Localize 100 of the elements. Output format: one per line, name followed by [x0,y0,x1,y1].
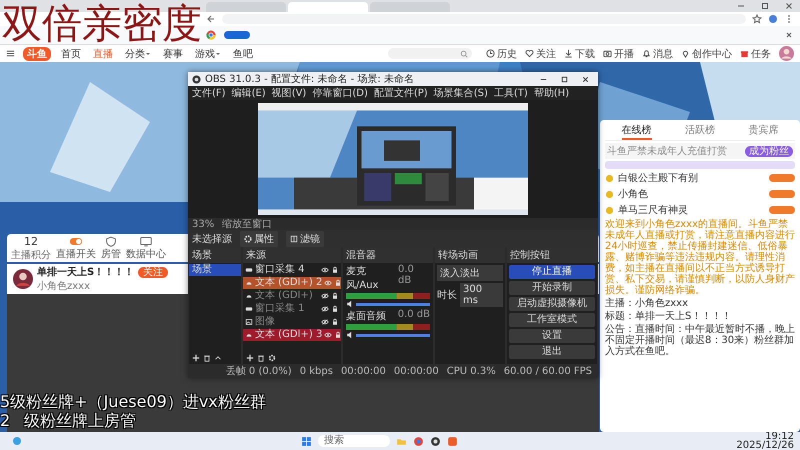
control-button[interactable]: 工作室模式 [509,313,595,327]
lock-icon[interactable] [331,305,339,313]
source-item[interactable]: 文本 (GDI+) [243,290,341,302]
score-value: 12 [24,234,38,248]
start-icon[interactable] [301,436,312,446]
notice-text: 欢迎来到小角色zxxx的直播间。斗鱼严禁未成年人直播或打赏，请注意直播内容进行24小时巡查，禁止传播封建迷信、低俗暴露、赌博诈骗等违法违规内容。请理性消费，如主播在直播间以不正当方式诱导打赏、私下交易，请谨慎判断，以防人身财产损失。谨防网络诈骗。 [605,219,795,296]
score-label: 主播积分 [11,248,51,262]
trash-icon[interactable] [203,354,211,362]
channel-reading: 0.0 dB [398,309,430,322]
close-icon[interactable] [784,1,794,11]
add-icon[interactable] [246,354,254,362]
default-browser-button[interactable] [224,31,250,39]
heart-icon [525,49,534,58]
camera-icon [603,49,612,58]
gift-icon [740,49,749,58]
duration-field[interactable]: 300 ms [460,283,503,307]
star-icon[interactable] [752,14,762,24]
subtitle-text: 2 [0,411,10,430]
control-button[interactable]: 退出 [509,345,595,359]
tool-button[interactable]: 数据中心 [126,236,166,260]
record-time: 00:00:00 [394,366,439,376]
stream-time: 00:00:00 [340,366,386,376]
menu-icon[interactable] [6,49,15,58]
close-icon[interactable] [784,30,794,40]
source-item[interactable]: 图像 [243,316,341,328]
clock-time: 19:12 [765,432,794,441]
bitrate: 0 kbps [300,366,333,376]
eye-icon[interactable] [321,266,329,274]
volume-slider[interactable] [356,334,430,336]
nav-link[interactable]: 分类 [125,46,151,60]
tool-button[interactable]: 直播开关 [56,236,96,260]
dock-title: 场景 [189,247,241,263]
eye-off-icon[interactable] [321,318,329,326]
search-field[interactable] [388,48,472,59]
source-item[interactable]: 文本 (GDI+) 3 [243,329,341,341]
control-button[interactable]: 开始录制 [509,281,595,295]
fps: 60.00 / 60.00 FPS [504,366,592,376]
avatar-icon[interactable] [779,46,794,61]
cpu-usage: CPU 0.3% [446,366,496,376]
maximize-icon[interactable] [760,1,770,11]
control-button[interactable]: 启动虚拟摄像机 [509,297,595,311]
nav-action[interactable]: 开播 [603,46,634,60]
subtitle-text: 5级粉丝牌+（Juese09）进vx粉丝群 [0,392,266,411]
nav-link[interactable]: 首页 [61,46,81,60]
search-icon [460,50,468,58]
back-icon[interactable] [206,14,216,24]
subtitle-text: 级粉丝牌上房管 [24,411,136,430]
volume-slider[interactable] [356,302,430,306]
dock-title: 转场动画 [435,247,505,263]
gear-icon[interactable] [268,354,276,362]
taskbar-search-field[interactable]: 搜索 [318,435,390,447]
eye-off-icon[interactable] [321,305,329,313]
bell-icon [642,49,651,58]
up-icon[interactable] [214,354,222,362]
streamer-name: 小角色zxxx [37,280,92,293]
lock-icon[interactable] [331,292,339,300]
nav-action[interactable]: 任务 [740,46,771,60]
trash-icon[interactable] [257,354,265,362]
add-icon[interactable] [192,354,200,362]
nav-action[interactable]: 关注 [525,46,556,60]
nav-action[interactable]: 下载 [564,46,595,60]
nav-link[interactable]: 游戏 [195,46,221,60]
nav-action[interactable]: 历史 [486,46,517,60]
profile-icon[interactable] [768,14,778,24]
channel-name: 桌面音频 [346,310,386,323]
lock-icon[interactable] [331,318,339,326]
tool-button[interactable]: 房管 [101,236,121,260]
info-text: 公告：直播时间：中午最近暂时不播，晚上不固定开播时间（最迟8：30来）粉丝群加入方式在鱼吧。 [605,324,795,357]
duration-label: 时长 [437,288,457,302]
nav-action[interactable]: 消息 [642,46,673,60]
lock-icon[interactable] [334,279,342,287]
avatar-icon [13,269,33,289]
pin-icon [681,49,690,58]
lock-icon[interactable] [334,331,342,339]
shield-icon [104,236,118,246]
info-text: 标题：单排一天上S！！！！ [605,311,732,322]
eye-icon[interactable] [324,331,332,339]
nav-link[interactable]: 鱼吧 [233,46,253,60]
dock-title: 控制按钮 [507,247,597,263]
app-icon[interactable] [430,436,442,446]
monitor-icon [139,236,153,246]
clock-icon [486,49,495,58]
eye-off-icon[interactable] [321,292,329,300]
dock-title: 来源 [243,247,341,263]
chrome-icon [206,30,216,40]
source-item[interactable]: 窗口采集 4 [243,264,341,276]
dropped-frames: 丢帧 0 (0.0%) [226,364,292,378]
download-icon [564,49,573,58]
overlay-title: 双倍亲密度 [2,0,202,48]
scene-item[interactable]: 场景 [189,264,241,276]
browser-icon[interactable] [413,436,424,446]
control-button[interactable]: 停止直播 [509,265,595,279]
source-item[interactable]: 窗口采集 1 [243,303,341,315]
transition-dropdown[interactable]: 淡入淡出 [437,265,503,281]
lock-icon[interactable] [331,266,339,274]
source-item[interactable]: 文本 (GDI+) 2 [243,277,341,289]
channel-reading: 0.0 dB [398,264,415,288]
control-button[interactable]: 设置 [509,329,595,343]
nav-action[interactable]: 创作中心 [681,46,732,60]
nav-link[interactable]: 赛事 [163,46,183,60]
